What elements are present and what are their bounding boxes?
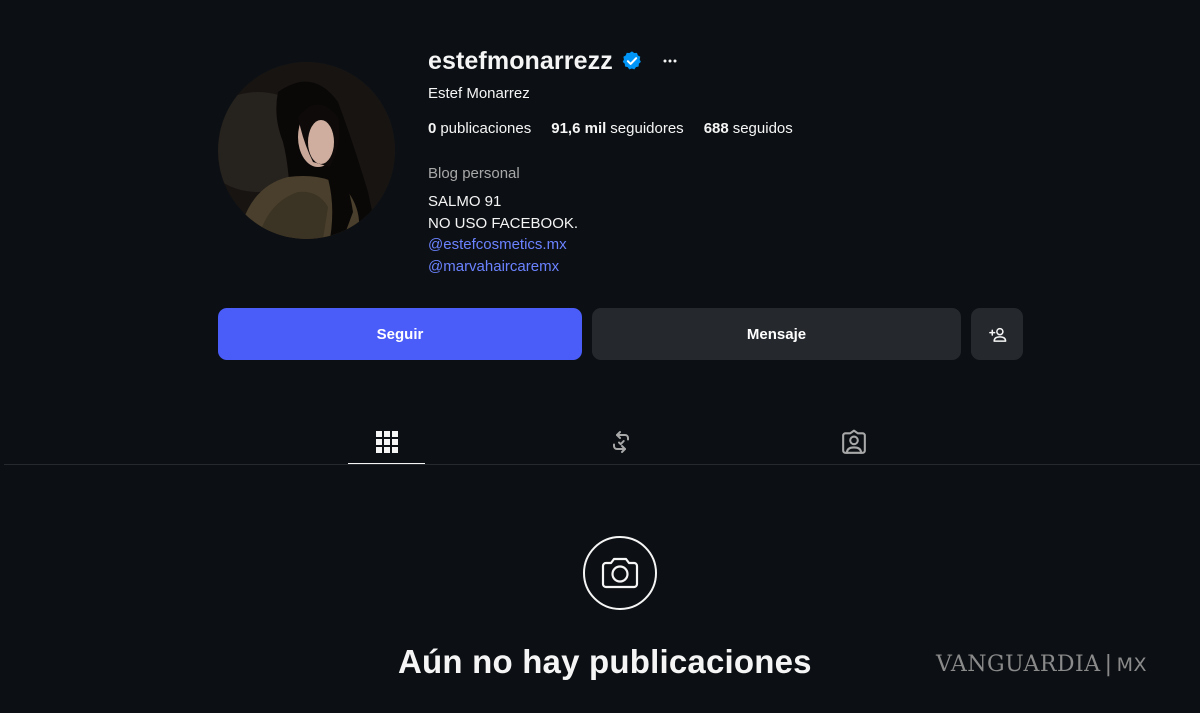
posts-count: 0 <box>428 120 437 137</box>
tab-tagged[interactable] <box>815 420 892 464</box>
followers-label: seguidores <box>610 120 684 137</box>
profile-avatar[interactable] <box>218 62 395 239</box>
profile-stats: 0 publicaciones 91,6 mil seguidores 688 seg… <box>428 120 793 137</box>
bio-line: NO USO FACEBOOK. <box>428 214 579 232</box>
tab-posts[interactable] <box>348 420 425 464</box>
tabs-divider <box>4 464 1200 465</box>
vanguardia-watermark: VANGUARDIA | MX <box>936 652 1147 677</box>
tab-reposts[interactable] <box>582 420 659 464</box>
following-stat[interactable]: 688 seguidos <box>704 120 793 137</box>
bio-line: SALMO 91 <box>428 193 502 210</box>
profile-photo <box>218 62 395 239</box>
username-row: estefmonarrezz <box>428 44 677 78</box>
bio-link-marvahaircare[interactable]: @marvahaircaremx <box>428 256 578 278</box>
watermark-brand: VANGUARDIA <box>936 652 1101 677</box>
suggested-accounts-button[interactable] <box>971 308 1023 360</box>
posts-stat: 0 publicaciones <box>428 120 531 137</box>
posts-label: publicaciones <box>440 120 532 137</box>
followers-stat[interactable]: 91,6 mil seguidores <box>551 120 683 137</box>
following-count: 688 <box>703 120 729 137</box>
camera-icon <box>600 556 640 590</box>
verified-badge-icon <box>621 50 643 72</box>
following-label: seguidos <box>732 120 793 137</box>
profile-category: Blog personal <box>428 165 520 182</box>
ellipsis-icon[interactable] <box>663 50 677 72</box>
followers-count: 91,6 mil <box>551 120 607 137</box>
profile-page: estefmonarrezz Estef Monarrez 0 publicaci… <box>0 0 1200 713</box>
empty-state-camera <box>583 536 657 610</box>
full-name: Estef Monarrez <box>428 85 530 102</box>
repost-icon <box>609 430 633 454</box>
watermark-region: MX <box>1116 653 1147 676</box>
grid-icon <box>375 430 399 454</box>
profile-bio: SALMO 91 NO USO FACEBOOK. @estefcosmetic… <box>428 191 578 277</box>
add-person-icon <box>988 325 1007 344</box>
watermark-separator: | <box>1104 652 1113 677</box>
username: estefmonarrezz <box>428 46 613 75</box>
empty-state-title: Aún no hay publicaciones <box>398 643 812 680</box>
tagged-person-icon <box>841 429 867 455</box>
message-button[interactable]: Mensaje <box>592 308 961 360</box>
bio-link-estefcosmetics[interactable]: @estefcosmetics.mx <box>428 234 578 256</box>
follow-button[interactable]: Seguir <box>218 308 582 360</box>
